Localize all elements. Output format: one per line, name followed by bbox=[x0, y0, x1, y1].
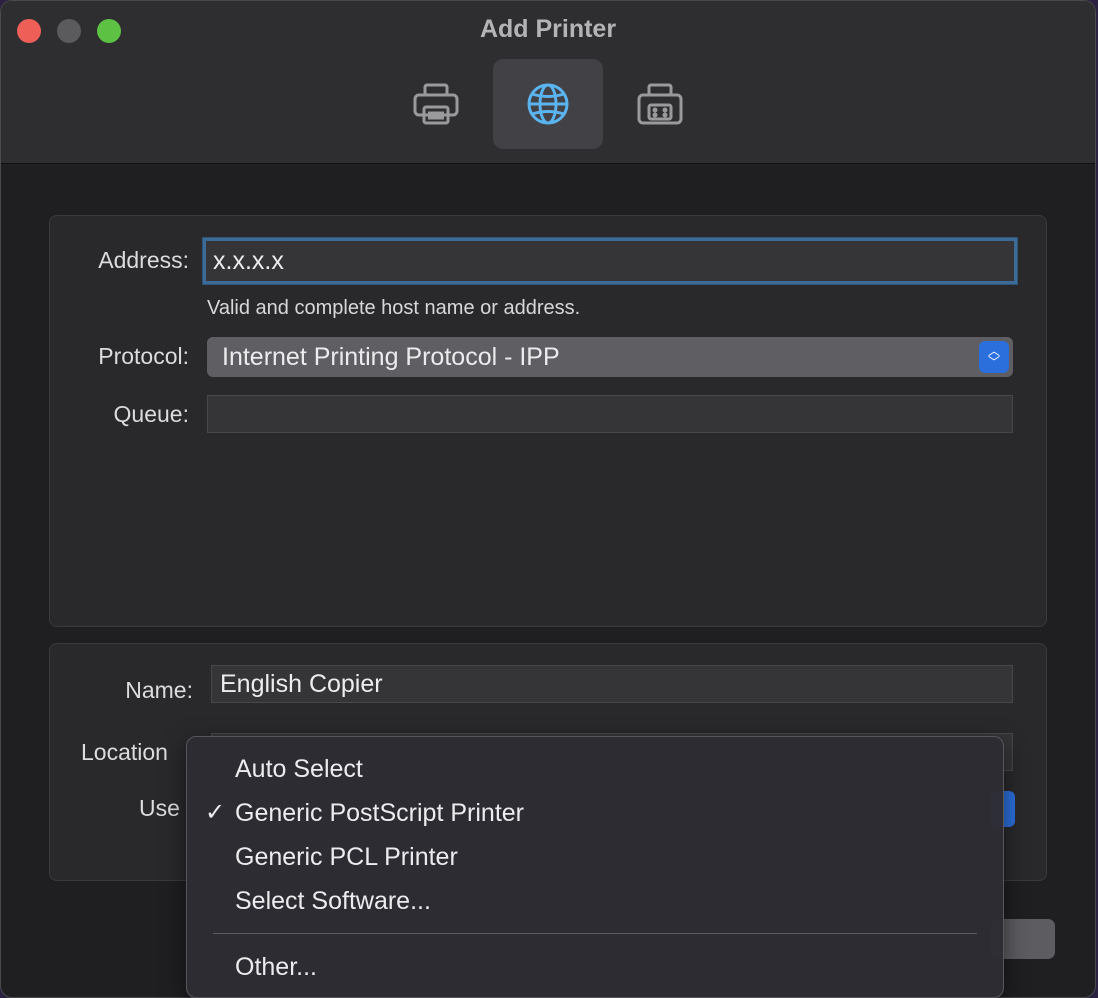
globe-icon bbox=[527, 83, 569, 125]
address-input[interactable] bbox=[203, 238, 1017, 284]
location-label: Location bbox=[81, 739, 168, 765]
protocol-value: Internet Printing Protocol - IPP bbox=[222, 343, 560, 371]
menu-item-generic-pcl[interactable]: Generic PCL Printer bbox=[187, 835, 1003, 879]
protocol-label: Protocol: bbox=[98, 343, 189, 369]
title-bar: Add Printer bbox=[1, 1, 1095, 164]
window-title: Add Printer bbox=[479, 15, 617, 43]
toolbar-windows-printer-button[interactable] bbox=[605, 59, 715, 149]
chevron-updown-icon: ︿ ﹀ bbox=[979, 341, 1009, 373]
menu-separator bbox=[213, 933, 977, 934]
toolbar-default-printer-button[interactable] bbox=[381, 59, 491, 149]
toolbar-ip-printer-button[interactable] bbox=[493, 59, 603, 149]
protocol-popup[interactable]: Internet Printing Protocol - IPP ︿ ﹀ bbox=[207, 337, 1013, 377]
queue-label: Queue: bbox=[113, 401, 189, 427]
address-hint: Valid and complete host name or address. bbox=[207, 297, 581, 319]
printer-icon bbox=[413, 83, 459, 125]
checkmark-icon: ✓ bbox=[205, 799, 226, 826]
fax-printer-icon bbox=[637, 83, 683, 125]
menu-item-auto-select[interactable]: Auto Select bbox=[187, 747, 1003, 791]
queue-input[interactable] bbox=[207, 395, 1013, 433]
menu-item-generic-postscript[interactable]: ✓ Generic PostScript Printer bbox=[187, 791, 1003, 835]
use-label: Use bbox=[139, 795, 180, 821]
use-driver-menu: Auto Select ✓ Generic PostScript Printer… bbox=[186, 736, 1004, 998]
menu-item-select-software[interactable]: Select Software... bbox=[187, 879, 1003, 923]
name-label: Name: bbox=[125, 677, 193, 703]
menu-item-other[interactable]: Other... bbox=[187, 945, 1003, 989]
address-label: Address: bbox=[98, 247, 189, 273]
name-input[interactable] bbox=[211, 665, 1013, 703]
